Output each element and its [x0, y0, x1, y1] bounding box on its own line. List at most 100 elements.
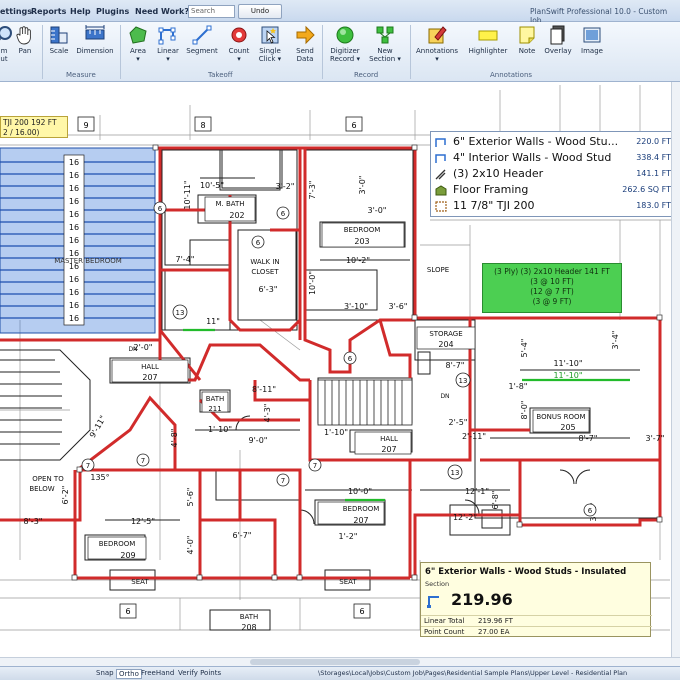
svg-text:6: 6 [588, 507, 593, 515]
new-section-icon [376, 26, 394, 44]
vertical-scrollbar[interactable] [671, 82, 680, 657]
svg-text:3'-6": 3'-6" [389, 302, 408, 311]
legend-item[interactable]: 6" Exterior Walls - Wood Stu... 220.0 FT [435, 135, 679, 150]
svg-text:9: 9 [83, 121, 88, 130]
takeoff-legend: 6" Exterior Walls - Wood Stu... 220.0 FT… [430, 131, 680, 217]
svg-text:BEDROOM: BEDROOM [344, 226, 381, 234]
image-button[interactable]: Image [578, 25, 606, 69]
count-button[interactable]: Count ▾ [225, 25, 253, 69]
svg-text:3'-10": 3'-10" [344, 302, 368, 311]
svg-text:3'-0": 3'-0" [368, 206, 387, 215]
search-input[interactable]: Search [188, 5, 235, 18]
svg-text:10'-11": 10'-11" [183, 180, 192, 209]
scale-icon [50, 26, 68, 44]
svg-text:4'-3": 4'-3" [263, 404, 272, 423]
menu-plugins[interactable]: Plugins [96, 7, 129, 16]
svg-text:13: 13 [459, 377, 468, 385]
digitizer-icon [336, 26, 354, 44]
svg-text:207: 207 [381, 445, 396, 454]
send-data-button[interactable]: Send Data [292, 25, 318, 69]
group-label-measure: Measure [66, 71, 96, 79]
svg-text:10'-0": 10'-0" [348, 487, 372, 496]
info-row-point-count: Point Count 27.00 EA [421, 626, 652, 637]
legend-item[interactable]: 11 7/8" TJI 200 183.0 FT [435, 199, 679, 214]
svg-text:1'-2": 1'-2" [339, 532, 358, 541]
digitizer-record-button[interactable]: Digitizer Record ▾ [326, 25, 364, 69]
snap-toggle[interactable]: Snap [96, 669, 114, 677]
svg-text:1'-10": 1'-10" [324, 428, 348, 437]
legend-item[interactable]: Floor Framing 262.6 SQ FT [435, 183, 679, 198]
svg-text:9'-11": 9'-11" [88, 414, 108, 439]
annotations-icon [428, 26, 447, 44]
svg-text:5'-4": 5'-4" [520, 339, 529, 358]
svg-text:6'-3": 6'-3" [259, 285, 278, 294]
svg-text:209: 209 [120, 551, 135, 560]
single-click-button[interactable]: Single Click ▾ [256, 25, 284, 69]
ortho-toggle[interactable]: Ortho [116, 669, 142, 679]
center-stair [317, 379, 413, 426]
svg-text:3'-2": 3'-2" [276, 182, 295, 191]
group-label-annotations: Annotations [490, 71, 533, 79]
tji-annotation[interactable]: TJI 200 192 FT 2 / 16.00) [0, 116, 68, 138]
linear-icon [158, 27, 176, 45]
svg-text:8: 8 [200, 121, 205, 130]
floor-framing-area: 16 16 16 16 16 16 16 16 16 16 16 16 16 [0, 147, 156, 334]
horizontal-scrollbar[interactable] [0, 657, 680, 666]
header-annotation[interactable]: (3 Ply) (3) 2x10 Header 141 FT (3 @ 10 F… [482, 263, 622, 313]
svg-text:BONUS ROOM: BONUS ROOM [536, 413, 585, 421]
svg-text:16: 16 [69, 275, 79, 284]
menu-settings[interactable]: ettings [0, 7, 32, 16]
svg-text:6: 6 [359, 607, 364, 616]
overlay-button[interactable]: Overlay [543, 25, 573, 69]
svg-text:7'-3": 7'-3" [308, 181, 317, 200]
image-icon [583, 27, 601, 43]
svg-text:6: 6 [348, 355, 353, 363]
status-bar: Snap Ortho FreeHand Verify Points \Stora… [0, 666, 680, 680]
svg-text:202: 202 [229, 211, 244, 220]
count-icon [231, 27, 247, 43]
marker-box: 8 [194, 116, 212, 132]
verify-points-toggle[interactable]: Verify Points [178, 669, 221, 677]
undo-button[interactable]: Undo [238, 4, 282, 19]
svg-text:10'-2": 10'-2" [346, 256, 370, 265]
svg-text:16: 16 [69, 236, 79, 245]
svg-text:16: 16 [69, 197, 79, 206]
svg-text:6'-8": 6'-8" [491, 491, 500, 510]
freehand-toggle[interactable]: FreeHand [141, 669, 174, 677]
legend-item[interactable]: (3) 2x10 Header 141.1 FT [435, 167, 679, 182]
ribbon-separator [120, 25, 121, 79]
single-click-icon [261, 26, 279, 44]
svg-text:BATH: BATH [240, 613, 259, 621]
horizontal-scroll-thumb[interactable] [250, 659, 420, 665]
pan-button[interactable]: Pan [14, 25, 36, 69]
dimension-button[interactable]: Dimension [75, 25, 115, 69]
svg-text:7: 7 [313, 462, 317, 470]
menu-help[interactable]: Help [70, 7, 91, 16]
menu-bar: ettings Reports Help Plugins Need Work? … [0, 0, 680, 25]
new-section-button[interactable]: New Section ▾ [366, 25, 404, 69]
svg-text:8'-11": 8'-11" [252, 385, 276, 394]
svg-text:16: 16 [69, 210, 79, 219]
menu-need-work[interactable]: Need Work? [135, 7, 189, 16]
segment-button[interactable]: Segment [185, 25, 219, 69]
marker-box: 6 [345, 116, 363, 132]
legend-item[interactable]: 4" Interior Walls - Wood Stud 338.4 FT [435, 151, 679, 166]
linear-button[interactable]: Linear ▾ [154, 25, 182, 69]
svg-text:207: 207 [353, 516, 368, 525]
annotations-button[interactable]: Annotations ▾ [414, 25, 460, 69]
takeoff-info-popup: 6" Exterior Walls - Wood Studs - Insulat… [420, 562, 652, 637]
svg-text:DN: DN [440, 393, 449, 400]
area-button[interactable]: Area ▾ [124, 25, 152, 69]
svg-text:OPEN TO: OPEN TO [32, 475, 64, 483]
menu-reports[interactable]: Reports [31, 7, 66, 16]
note-button[interactable]: Note [515, 25, 539, 69]
linear-icon [435, 138, 446, 147]
zoom-button[interactable]: m ut [0, 25, 14, 69]
svg-text:STORAGE: STORAGE [429, 330, 462, 338]
svg-text:16: 16 [69, 223, 79, 232]
svg-text:9'-0": 9'-0" [249, 436, 268, 445]
svg-text:208: 208 [241, 623, 256, 632]
scale-button[interactable]: Scale [46, 25, 72, 69]
highlighter-button[interactable]: Highlighter [467, 25, 509, 69]
svg-text:16: 16 [69, 301, 79, 310]
